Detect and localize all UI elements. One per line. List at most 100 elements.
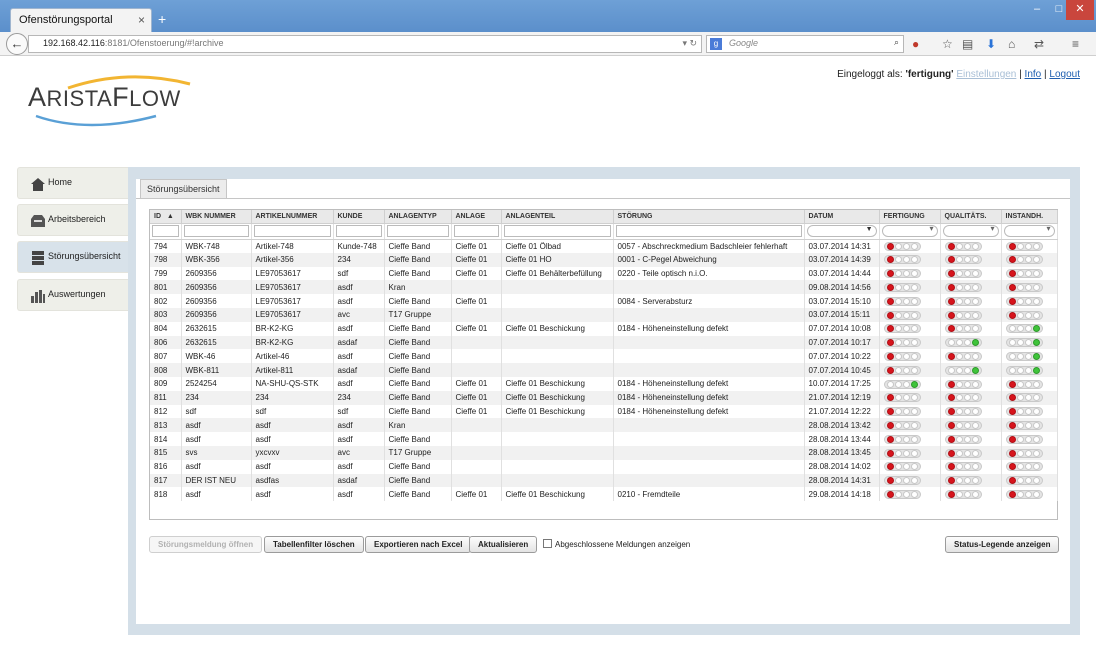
menu-icon[interactable]: ≡ — [1072, 37, 1079, 51]
column-header-wbk[interactable]: WBK NUMMER — [181, 210, 252, 224]
table-row[interactable]: 818 asdf asdf asdf Cieffe Band Cieffe 01 Cieff… — [150, 487, 1058, 502]
reload-icon[interactable]: ▾ ↻ — [682, 38, 697, 49]
table-row[interactable]: 807 WBK-46 Artikel-46 asdf Cieffe Band 07.07.… — [150, 349, 1058, 364]
info-link[interactable]: Info — [1025, 69, 1042, 80]
cell-wbk: 2632615 — [181, 321, 252, 336]
status-indicator-icon — [883, 393, 921, 403]
table-row[interactable]: 814 asdf asdf asdf Cieffe Band 28.08.2014 13:… — [150, 432, 1058, 446]
column-header-id[interactable]: ID ▲ — [150, 210, 182, 224]
table-row[interactable]: 815 svs yxcvxv avc T17 Gruppe 28.08.2014 13:4… — [150, 445, 1058, 460]
column-header-anlagenteil[interactable]: ANLAGENTEIL — [501, 210, 614, 224]
browser-tab[interactable]: Ofenstörungsportal × — [10, 8, 152, 32]
filter-artikel-input[interactable] — [253, 225, 331, 237]
table-row[interactable]: 803 2609356 LE97053617 avc T17 Gruppe 03.07.2… — [150, 307, 1058, 322]
open-message-button[interactable]: Störungsmeldung öffnen — [149, 536, 263, 553]
column-header-qualitaet[interactable]: QUALITÄTS. — [940, 210, 1002, 224]
filter-stoerung-input[interactable] — [615, 225, 802, 237]
url-bar[interactable]: 192.168.42.116:8181/Ofenstoerung/#!archi… — [28, 35, 702, 53]
cell-anlagenteil — [501, 445, 614, 460]
status-dot-icon — [910, 283, 918, 291]
new-tab-icon[interactable]: + — [158, 11, 166, 27]
settings-link[interactable]: Einstellungen — [956, 69, 1016, 80]
download-icon[interactable]: ⬇ — [986, 37, 996, 51]
filter-qualitaet-select[interactable] — [942, 224, 999, 237]
status-dot-icon — [955, 283, 963, 291]
table-row[interactable]: 811 234 234 234 Cieffe Band Cieffe 01 Cieffe 0… — [150, 390, 1058, 405]
filter-anlagenteil-input[interactable] — [503, 225, 611, 237]
table-row[interactable]: 813 asdf asdf asdf Kran 28.08.2014 13:42 — [150, 418, 1058, 433]
server-icon — [32, 251, 44, 265]
tab-close-icon[interactable]: × — [138, 13, 145, 27]
back-button[interactable]: ← — [6, 33, 28, 55]
home-browser-icon[interactable]: ⌂ — [1008, 37, 1015, 51]
filter-datum-select[interactable] — [806, 225, 877, 237]
cell-anlagentyp: Kran — [384, 418, 452, 433]
filter-anlagentyp-input[interactable] — [386, 225, 449, 237]
cell-artikel: yxcvxv — [251, 445, 334, 460]
column-header-fertigung[interactable]: FERTIGUNG — [879, 210, 941, 224]
table-row[interactable]: 808 WBK-811 Artikel-811 asdaf Cieffe Band 07.… — [150, 363, 1058, 377]
table-row[interactable]: 798 WBK-356 Artikel-356 234 Cieffe Band Cieff… — [150, 252, 1058, 267]
checkbox-box[interactable] — [543, 539, 552, 548]
logout-link[interactable]: Logout — [1049, 69, 1080, 80]
search-bar[interactable]: g Google ⌕ — [706, 35, 904, 53]
google-icon[interactable]: g — [710, 38, 722, 50]
filter-anlage-input[interactable] — [453, 225, 499, 237]
table-row[interactable]: 799 2609356 LE97053617 sdf Cieffe Band Cieffe… — [150, 266, 1058, 281]
cell-id: 817 — [150, 473, 182, 488]
column-header-kunde[interactable]: KUNDE — [333, 210, 385, 224]
column-header-stoerung[interactable]: STÖRUNG — [613, 210, 805, 224]
export-excel-button[interactable]: Exportieren nach Excel — [365, 536, 472, 553]
status-dot-icon — [963, 380, 971, 388]
sync-icon[interactable]: ⇄ — [1034, 37, 1044, 51]
status-dot-icon — [947, 366, 955, 374]
status-indicator-icon — [1005, 448, 1043, 458]
column-header-artikel[interactable]: ARTIKELNUMMER — [251, 210, 334, 224]
table-row[interactable]: 801 2609356 LE97053617 asdf Kran 09.08.2014 1… — [150, 280, 1058, 295]
filter-kunde-input[interactable] — [335, 225, 382, 237]
clear-filter-button[interactable]: Tabellenfilter löschen — [264, 536, 364, 553]
status-dot-icon — [902, 297, 910, 305]
table-row[interactable]: 794 WBK-748 Artikel-748 Kunde-748 Cieffe Ban… — [150, 239, 1058, 253]
tab-stoerungsuebersicht[interactable]: Störungsübersicht — [140, 179, 227, 199]
column-header-datum[interactable]: DATUM — [804, 210, 880, 224]
status-legend-button[interactable]: Status-Legende anzeigen — [945, 536, 1060, 553]
filter-instandhaltung-select[interactable] — [1003, 224, 1055, 237]
table-row[interactable]: 804 2632615 BR-K2-KG asdf Cieffe Band Cieffe … — [150, 321, 1058, 336]
table-row[interactable]: 817 DER IST NEU asdfas asdaf Cieffe Band 28.0… — [150, 473, 1058, 488]
column-header-anlage[interactable]: ANLAGE — [451, 210, 502, 224]
status-indicator-icon — [944, 434, 982, 444]
cell-wbk: asdf — [181, 487, 252, 502]
sidebar-item-auswertungen[interactable]: Auswertungen — [17, 279, 128, 311]
table-row[interactable]: 812 sdf sdf sdf Cieffe Band Cieffe 01 Cieffe 0… — [150, 404, 1058, 419]
sidebar-item-stoerungsuebersicht[interactable]: Störungsübersicht — [17, 241, 128, 273]
status-dot-icon — [1008, 394, 1016, 402]
sidebar-item-arbeitsbereich[interactable]: Arbeitsbereich — [17, 204, 128, 236]
table-row[interactable]: 809 2524254 NA-SHU-QS-STK asdf Cieffe Band Ci… — [150, 376, 1058, 391]
cell-status-qualitaet — [940, 307, 1002, 322]
table-row[interactable]: 806 2632615 BR-K2-KG asdaf Cieffe Band 07.07.… — [150, 335, 1058, 350]
show-closed-checkbox[interactable]: Abgeschlossene Meldungen anzeigen — [543, 539, 690, 549]
status-indicator-icon — [883, 365, 921, 375]
status-dot-icon — [1032, 283, 1040, 291]
bookmark-star-icon[interactable]: ☆ — [942, 37, 953, 51]
adblock-icon[interactable]: ● — [912, 37, 919, 51]
filter-wbk-input[interactable] — [183, 225, 249, 237]
close-window-button[interactable]: ✕ — [1066, 0, 1094, 20]
refresh-button[interactable]: Aktualisieren — [469, 536, 538, 553]
cell-anlagenteil — [501, 418, 614, 433]
column-header-anlagentyp[interactable]: ANLAGENTYP — [384, 210, 452, 224]
cell-status-qualitaet — [940, 473, 1002, 488]
status-dot-icon — [1024, 394, 1032, 402]
filter-id-input[interactable] — [152, 225, 179, 237]
status-dot-icon — [902, 311, 910, 319]
filter-fertigung-select[interactable] — [881, 224, 938, 237]
status-dot-icon — [963, 477, 971, 485]
table-row[interactable]: 802 2609356 LE97053617 asdf Cieffe Band Cieff… — [150, 294, 1058, 308]
column-header-instandhaltung[interactable]: INSTANDH. — [1001, 210, 1058, 224]
sidebar-item-home[interactable]: Home — [17, 167, 128, 199]
search-icon[interactable]: ⌕ — [894, 37, 899, 48]
clipboard-icon[interactable]: ▤ — [962, 37, 973, 51]
status-dot-icon — [971, 311, 979, 319]
table-row[interactable]: 816 asdf asdf asdf Cieffe Band 28.08.2014 14:… — [150, 459, 1058, 474]
